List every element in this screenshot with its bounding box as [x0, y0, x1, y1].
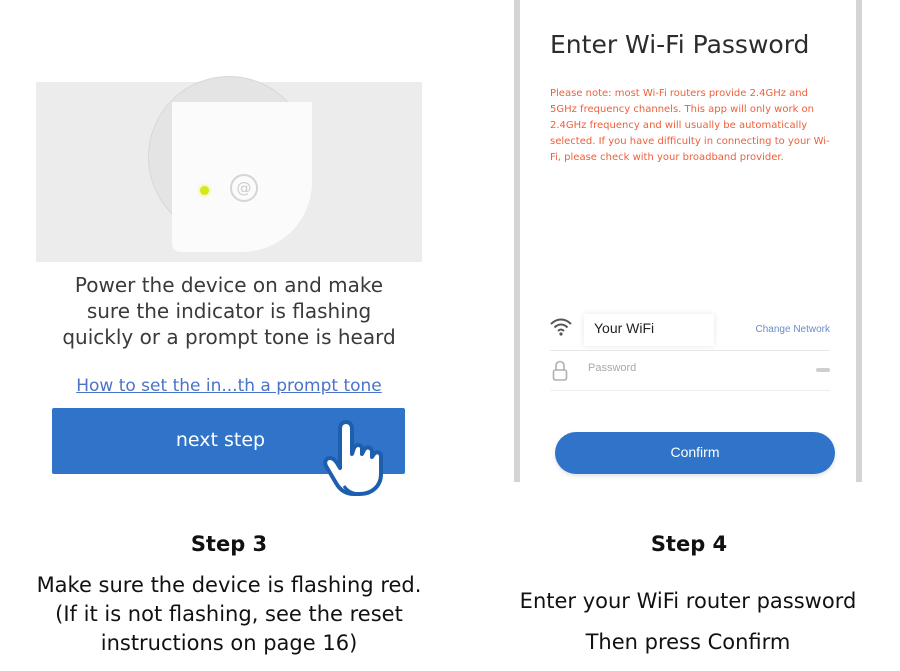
divider	[550, 350, 830, 351]
step3-screenshot: @ Power the device on and make sure the …	[36, 76, 422, 496]
ssid-field[interactable]: Your WiFi	[584, 314, 714, 346]
password-input[interactable]	[588, 362, 788, 374]
ssid-value: Your WiFi	[594, 320, 655, 336]
step4-title: Step 4	[650, 532, 728, 556]
confirm-label: Confirm	[670, 444, 720, 460]
setup-instruction: Power the device on and make sure the in…	[62, 273, 396, 349]
eye-icon[interactable]	[816, 368, 830, 372]
indicator-light	[200, 186, 209, 195]
pointing-hand-icon	[323, 420, 383, 496]
phone-screen: Enter Wi-Fi Password Please note: most W…	[520, 0, 856, 482]
password-row	[550, 358, 830, 388]
wifi-icon	[550, 318, 572, 336]
step3-description: Make sure the device is flashing red. (I…	[36, 573, 422, 655]
frequency-note: Please note: most Wi-Fi routers provide …	[550, 88, 830, 163]
next-step-button[interactable]: next step	[52, 408, 405, 496]
confirm-button[interactable]: Confirm	[555, 432, 835, 474]
lock-icon	[552, 360, 568, 381]
device-illustration-area: @	[36, 76, 422, 262]
change-network-link[interactable]: Change Network	[756, 324, 830, 335]
divider	[550, 390, 830, 391]
step4-screenshot: Enter Wi-Fi Password Please note: most W…	[514, 0, 862, 482]
step4-line2: Then press Confirm	[585, 630, 791, 654]
step3-title: Step 3	[190, 532, 268, 556]
page-title: Enter Wi-Fi Password	[550, 30, 810, 59]
at-icon: @	[230, 174, 258, 202]
device-zoom-circle: @	[148, 76, 312, 272]
wifi-network-row: Your WiFi Change Network	[550, 314, 830, 346]
step4-line1: Enter your WiFi router password	[519, 589, 857, 613]
help-link[interactable]: How to set the in...th a prompt tone	[56, 376, 402, 396]
